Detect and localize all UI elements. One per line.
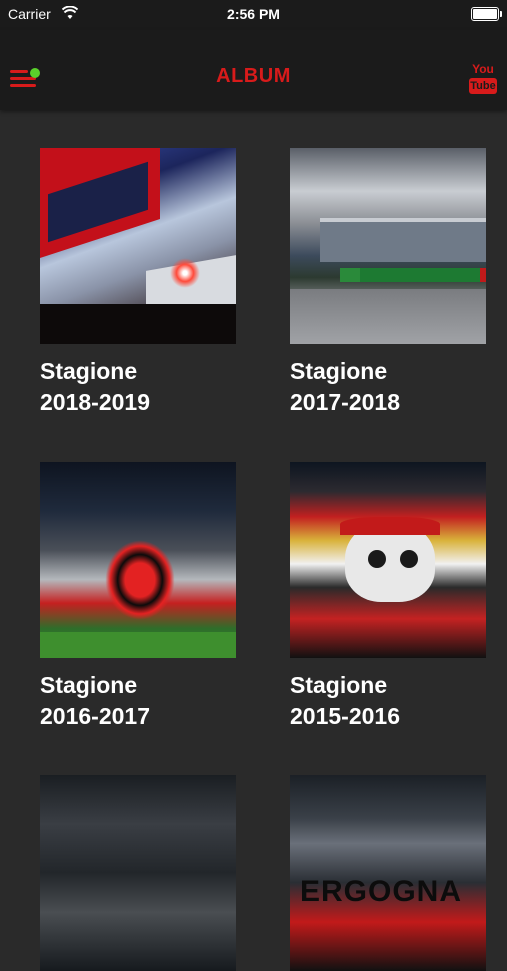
album-season: 2018-2019 xyxy=(40,389,150,415)
album-item[interactable]: Stagione 2017-2018 xyxy=(290,148,486,418)
album-thumbnail xyxy=(290,148,486,344)
album-title: Stagione xyxy=(40,358,138,384)
album-title: Stagione xyxy=(290,672,388,698)
album-thumbnail: ERGOGNA xyxy=(290,775,486,971)
page-title: ALBUM xyxy=(216,65,291,87)
album-caption: Stagione 2017-2018 xyxy=(290,356,486,418)
album-item[interactable] xyxy=(40,775,236,971)
album-thumbnail xyxy=(290,462,486,658)
status-bar: Carrier 2:56 PM xyxy=(0,0,507,30)
album-season: 2015-2016 xyxy=(290,703,400,729)
youtube-button[interactable]: You Tube xyxy=(469,62,497,96)
album-caption: Stagione 2015-2016 xyxy=(290,670,486,732)
album-caption: Stagione 2018-2019 xyxy=(40,356,236,418)
album-season: 2017-2018 xyxy=(290,389,400,415)
album-title: Stagione xyxy=(290,358,388,384)
clock: 2:56 PM xyxy=(227,6,280,22)
battery-icon xyxy=(471,7,502,21)
youtube-tube-text: Tube xyxy=(469,78,497,94)
album-item[interactable]: ERGOGNA xyxy=(290,775,486,971)
thumbnail-banner-text: ERGOGNA xyxy=(300,875,463,908)
youtube-you-text: You xyxy=(472,62,494,76)
album-thumbnail xyxy=(40,775,236,971)
album-thumbnail xyxy=(40,148,236,344)
album-item[interactable]: Stagione 2015-2016 xyxy=(290,462,486,732)
album-thumbnail xyxy=(40,462,236,658)
album-item[interactable]: Stagione 2016-2017 xyxy=(40,462,236,732)
album-grid: Stagione 2018-2019 Stagione 2017-2018 St… xyxy=(0,110,507,971)
album-season: 2016-2017 xyxy=(40,703,150,729)
album-title: Stagione xyxy=(40,672,138,698)
album-caption: Stagione 2016-2017 xyxy=(40,670,236,732)
navigation-bar: ALBUM You Tube xyxy=(0,30,507,110)
album-item[interactable]: Stagione 2018-2019 xyxy=(40,148,236,418)
